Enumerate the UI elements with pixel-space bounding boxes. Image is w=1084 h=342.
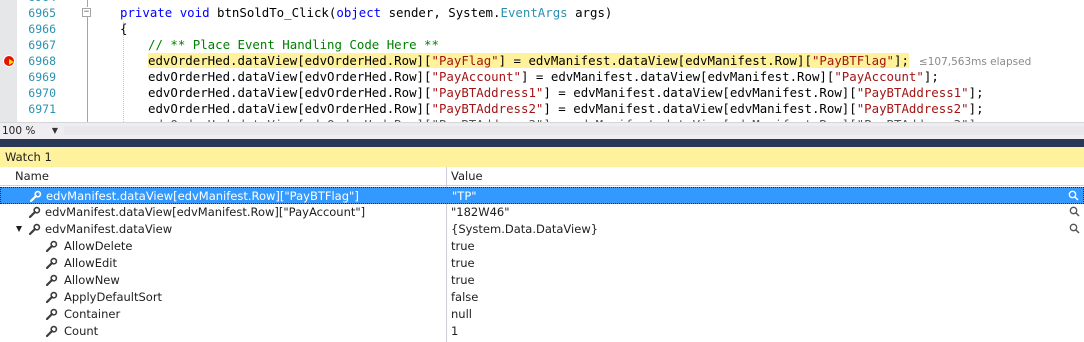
outline-guide bbox=[87, 17, 88, 122]
watch-value[interactable]: 1 bbox=[451, 323, 458, 340]
watch-window-title: Watch 1 bbox=[5, 150, 52, 164]
wrench-icon bbox=[29, 190, 42, 203]
expand-triangle-icon[interactable] bbox=[16, 226, 22, 232]
watch-value[interactable]: true bbox=[451, 238, 475, 255]
watch-name[interactable]: Count bbox=[64, 323, 98, 340]
magnifier-icon[interactable] bbox=[1068, 190, 1079, 201]
watch-name[interactable]: AllowDelete bbox=[64, 238, 132, 255]
wrench-icon bbox=[45, 240, 58, 253]
indent-guide bbox=[123, 22, 124, 122]
outline-guide bbox=[87, 0, 88, 7]
watch-name[interactable]: ApplyDefaultSort bbox=[64, 289, 162, 306]
code-line-6968-current[interactable]: edvOrderHed.dataView[edvOrderHed.Row]["P… bbox=[148, 53, 1031, 70]
watch-name[interactable]: edvManifest.dataView bbox=[45, 221, 172, 238]
code-line-6966[interactable]: { bbox=[120, 21, 127, 37]
column-header-name[interactable]: Name bbox=[15, 167, 49, 185]
wrench-icon bbox=[45, 291, 58, 304]
line-number: 6969 bbox=[28, 70, 56, 84]
watch-value[interactable]: false bbox=[451, 289, 478, 306]
magnifier-icon[interactable] bbox=[1069, 223, 1080, 234]
watch-row[interactable]: edvManifest.dataView[edvManifest.Row]["P… bbox=[0, 187, 1084, 204]
watch-row-child[interactable]: Container null bbox=[0, 306, 1084, 323]
watch-name[interactable]: edvManifest.dataView[edvManifest.Row]["P… bbox=[46, 188, 359, 205]
horizontal-scrollbar[interactable] bbox=[64, 126, 1084, 135]
indicator-margin[interactable] bbox=[0, 0, 17, 122]
watch-value[interactable]: "182W46" bbox=[451, 204, 510, 221]
wrench-icon bbox=[45, 325, 58, 338]
line-number: 6970 bbox=[28, 86, 56, 100]
code-line-6965[interactable]: private void btnSoldTo_Click(object send… bbox=[120, 5, 612, 21]
editor-status-bar: 100 % ▼ bbox=[0, 122, 1084, 139]
watch-value[interactable]: null bbox=[451, 306, 472, 323]
wrench-icon bbox=[45, 308, 58, 321]
watch-name[interactable]: Container bbox=[64, 306, 120, 323]
line-number: 6968 bbox=[28, 54, 56, 68]
collapse-toggle-icon[interactable]: − bbox=[82, 8, 91, 17]
code-line-6970[interactable]: edvOrderHed.dataView[edvOrderHed.Row]["P… bbox=[148, 85, 984, 101]
wrench-icon bbox=[45, 257, 58, 270]
watch-row-child[interactable]: AllowEdit true bbox=[0, 255, 1084, 272]
breakpoint-arrow-icon[interactable] bbox=[3, 55, 15, 67]
wrench-icon bbox=[45, 274, 58, 287]
watch-column-header: Name Value bbox=[0, 167, 1084, 186]
watch-name[interactable]: edvManifest.dataView[edvManifest.Row]["P… bbox=[45, 204, 365, 221]
chevron-down-icon[interactable]: ▼ bbox=[52, 124, 58, 138]
code-line-6967[interactable]: // ** Place Event Handling Code Here ** bbox=[148, 37, 439, 53]
watch-row[interactable]: edvManifest.dataView[edvManifest.Row]["P… bbox=[0, 204, 1084, 221]
watch-name[interactable]: AllowNew bbox=[64, 272, 120, 289]
watch-name[interactable]: AllowEdit bbox=[64, 255, 117, 272]
watch-window-title-bar[interactable]: Watch 1 bbox=[0, 147, 1084, 167]
code-line-6969[interactable]: edvOrderHed.dataView[edvOrderHed.Row]["P… bbox=[148, 69, 939, 85]
window-splitter[interactable] bbox=[0, 139, 1084, 147]
wrench-icon bbox=[28, 223, 41, 236]
code-line-6971[interactable]: edvOrderHed.dataView[edvOrderHed.Row]["P… bbox=[148, 101, 984, 117]
watch-row-child[interactable]: AllowDelete true bbox=[0, 238, 1084, 255]
zoom-dropdown[interactable]: 100 % ▼ bbox=[2, 124, 60, 138]
watch-value[interactable]: {System.Data.DataView} bbox=[451, 221, 598, 238]
line-number: 6971 bbox=[28, 102, 56, 116]
watch-value[interactable]: "TP" bbox=[452, 188, 477, 205]
watch-row-child[interactable]: ApplyDefaultSort false bbox=[0, 289, 1084, 306]
perf-tip-elapsed[interactable]: ≤107,563ms elapsed bbox=[919, 56, 1031, 68]
code-editor[interactable]: 6964 6965 6966 6967 6968 6969 6970 6971 … bbox=[0, 0, 1084, 122]
watch-row-child[interactable]: Count 1 bbox=[0, 323, 1084, 340]
magnifier-icon[interactable] bbox=[1069, 206, 1080, 217]
watch-row-child[interactable]: AllowNew true bbox=[0, 272, 1084, 289]
line-number: 6965 bbox=[28, 6, 56, 20]
column-header-value[interactable]: Value bbox=[451, 167, 483, 185]
wrench-icon bbox=[28, 206, 41, 219]
zoom-value: 100 % bbox=[2, 125, 36, 137]
line-number: 6966 bbox=[28, 22, 56, 36]
line-number: 6967 bbox=[28, 38, 56, 52]
watch-value[interactable]: true bbox=[451, 255, 475, 272]
watch-value[interactable]: true bbox=[451, 272, 475, 289]
watch-row[interactable]: edvManifest.dataView {System.Data.DataVi… bbox=[0, 221, 1084, 238]
